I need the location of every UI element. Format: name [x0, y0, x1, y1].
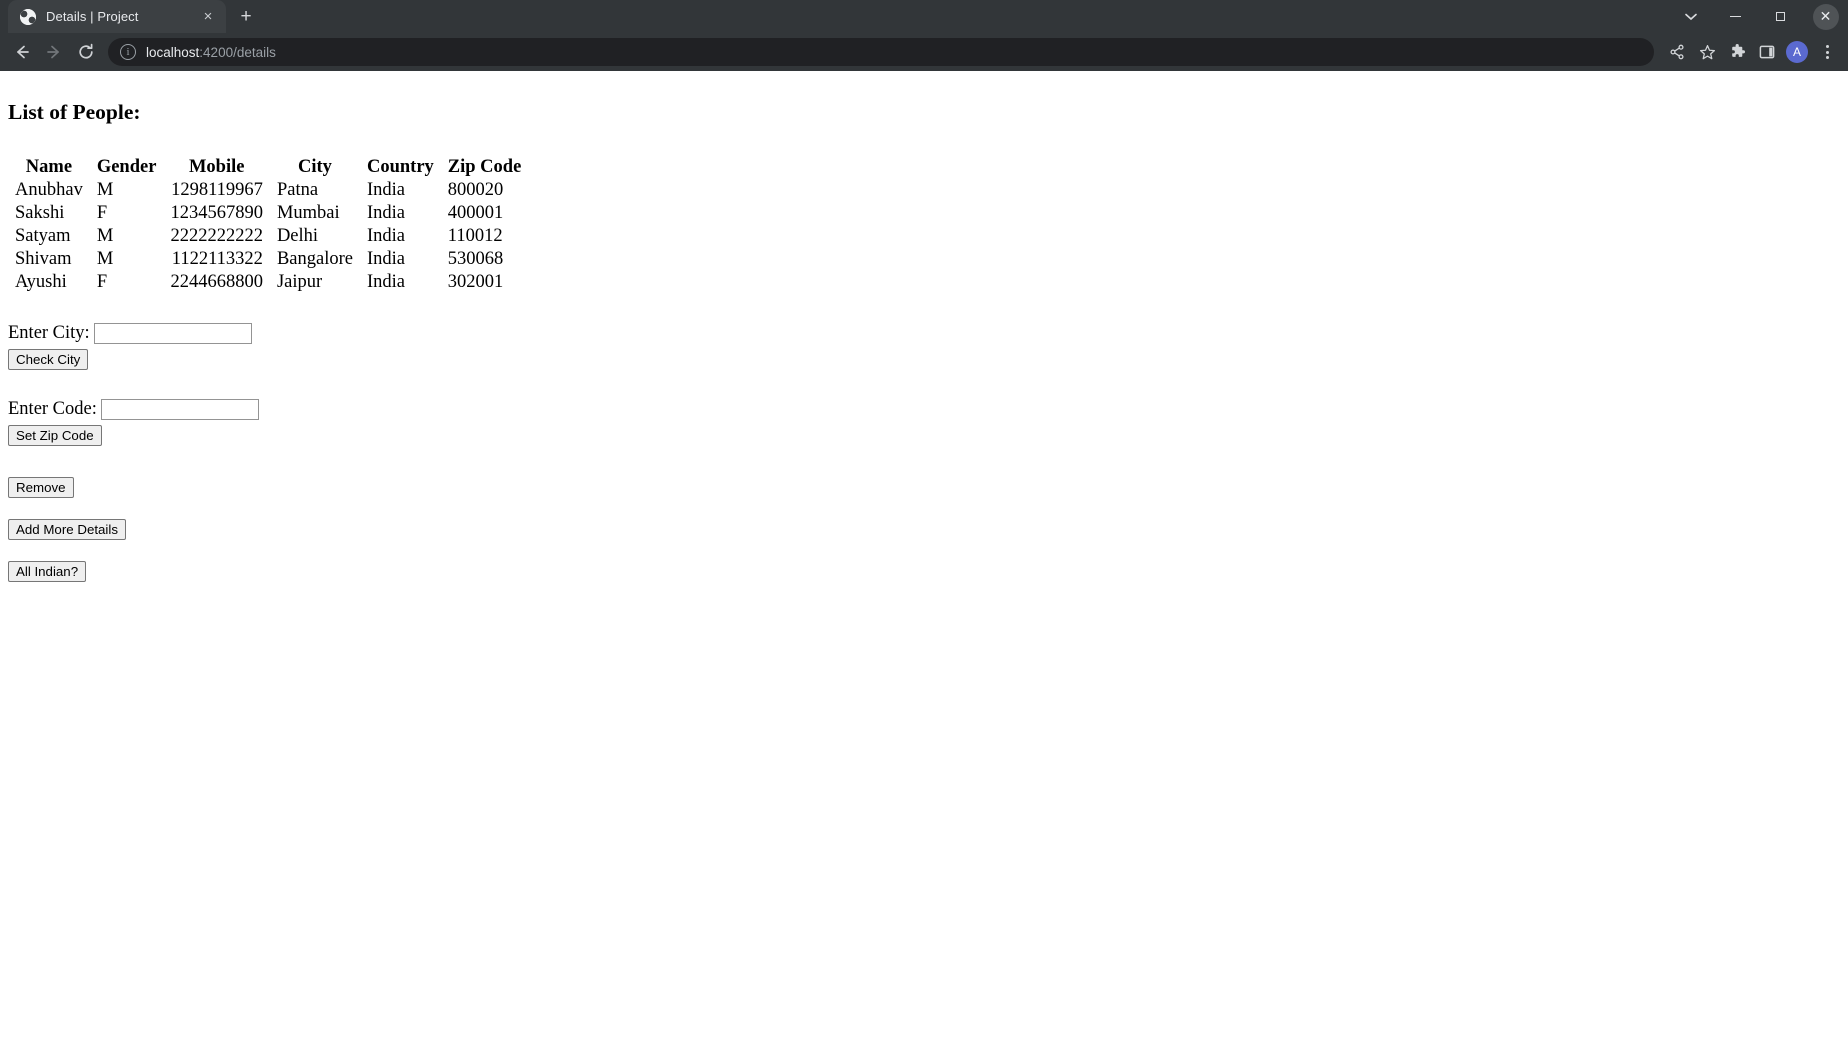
cell-gender: F: [96, 271, 108, 292]
cell-city: Mumbai: [276, 202, 340, 223]
cell-gender: M: [96, 225, 114, 246]
minimize-button[interactable]: [1713, 0, 1758, 33]
page-viewport: List of People: Name Gender Mobile City …: [0, 71, 1848, 1052]
cell-mobile: 1298119967: [171, 179, 263, 200]
address-bar[interactable]: i localhost:4200/details: [108, 38, 1654, 66]
cell-country: India: [366, 179, 405, 200]
url-text: localhost:4200/details: [146, 45, 276, 60]
table-body: Anubhav M 1298119967 Patna India 800020 …: [8, 179, 528, 294]
code-form-row: Enter Code:: [8, 398, 1840, 420]
cell-name: Sakshi: [15, 202, 65, 223]
add-more-details-button[interactable]: Add More Details: [8, 518, 126, 540]
reload-icon[interactable]: [70, 36, 102, 68]
people-table: Name Gender Mobile City Country Zip Code…: [8, 156, 528, 294]
column-header-country: Country: [366, 156, 434, 177]
cell-zip: 110012: [447, 225, 503, 246]
cell-mobile: 2222222222: [170, 225, 263, 246]
column-header-gender: Gender: [96, 156, 157, 177]
all-indian-row: All Indian?: [8, 560, 1840, 582]
maximize-button[interactable]: [1758, 0, 1803, 33]
cell-mobile: 1234567890: [170, 202, 263, 223]
side-panel-icon[interactable]: [1752, 37, 1782, 67]
cell-zip: 800020: [447, 179, 504, 200]
url-host: localhost: [146, 44, 200, 60]
kebab-dots: [1825, 45, 1829, 59]
cell-country: India: [366, 225, 405, 246]
cell-mobile: 1122113322: [171, 248, 263, 269]
extensions-puzzle-icon[interactable]: [1722, 37, 1752, 67]
page-title: List of People:: [8, 100, 141, 124]
cell-name: Shivam: [15, 248, 72, 269]
back-icon[interactable]: [6, 36, 38, 68]
avatar-initial: A: [1786, 41, 1808, 63]
cell-city: Jaipur: [276, 271, 323, 292]
cell-name: Satyam: [15, 225, 71, 246]
table-header-row: Name Gender Mobile City Country Zip Code: [8, 156, 528, 179]
window-close-button[interactable]: ✕: [1803, 0, 1848, 33]
city-input[interactable]: [93, 322, 252, 344]
set-zip-code-row: Set Zip Code: [8, 424, 1840, 446]
cell-country: India: [366, 271, 405, 292]
cell-name: Ayushi: [15, 271, 67, 292]
table-row: Sakshi F 1234567890 Mumbai India 400001: [8, 202, 528, 225]
table-row: Satyam M 2222222222 Delhi India 110012: [8, 225, 528, 248]
cell-gender: M: [96, 179, 114, 200]
new-tab-button[interactable]: +: [232, 2, 260, 30]
app-root: List of People: Name Gender Mobile City …: [0, 71, 1848, 590]
browser-menu-icon[interactable]: [1812, 37, 1842, 67]
cell-zip: 400001: [447, 202, 504, 223]
set-zip-code-button[interactable]: Set Zip Code: [8, 424, 102, 446]
code-input[interactable]: [100, 398, 259, 420]
browser-tab[interactable]: Details | Project ×: [8, 0, 226, 33]
cell-city: Patna: [276, 179, 319, 200]
toolbar-right-icons: A: [1662, 37, 1842, 67]
bookmark-star-icon[interactable]: [1692, 37, 1722, 67]
cell-city: Delhi: [276, 225, 319, 246]
check-city-button[interactable]: Check City: [8, 348, 89, 370]
table-row: Anubhav M 1298119967 Patna India 800020: [8, 179, 528, 202]
close-icon[interactable]: ×: [198, 7, 218, 27]
cell-zip: 302001: [447, 271, 504, 292]
cell-gender: F: [96, 202, 108, 223]
cell-country: India: [366, 248, 405, 269]
browser-toolbar: i localhost:4200/details A: [0, 33, 1848, 71]
url-path: :4200/details: [199, 44, 276, 60]
cell-country: India: [366, 202, 405, 223]
remove-button[interactable]: Remove: [8, 476, 74, 498]
site-info-icon[interactable]: i: [120, 44, 136, 60]
column-header-zip: Zip Code: [447, 156, 522, 177]
profile-avatar[interactable]: A: [1782, 37, 1812, 67]
city-form-row: Enter City:: [8, 322, 1840, 344]
table-row: Shivam M 1122113322 Bangalore India 5300…: [8, 248, 528, 271]
window-controls: ✕: [1669, 0, 1848, 33]
table-row: Ayushi F 2244668800 Jaipur India 302001: [8, 271, 528, 294]
cell-mobile: 2244668800: [170, 271, 263, 292]
code-label: Enter Code:: [8, 398, 97, 419]
table-head: Name Gender Mobile City Country Zip Code: [8, 156, 528, 179]
cell-name: Anubhav: [15, 179, 83, 200]
share-icon[interactable]: [1662, 37, 1692, 67]
city-label: Enter City:: [8, 322, 90, 343]
cell-zip: 530068: [447, 248, 504, 269]
remove-row: Remove: [8, 476, 1840, 498]
window-close-icon: ✕: [1819, 8, 1832, 24]
browser-window: Details | Project × + ✕ i localhost:4200…: [0, 0, 1848, 1052]
all-indian-button[interactable]: All Indian?: [8, 560, 87, 582]
title-bar: Details | Project × + ✕: [0, 0, 1848, 33]
chevron-down-icon[interactable]: [1669, 0, 1713, 33]
check-city-row: Check City: [8, 348, 1840, 370]
tab-title: Details | Project: [46, 9, 139, 24]
forward-icon[interactable]: [38, 36, 70, 68]
add-more-details-row: Add More Details: [8, 518, 1840, 540]
cell-city: Bangalore: [276, 248, 353, 269]
column-header-mobile: Mobile: [188, 156, 245, 177]
column-header-city: City: [297, 156, 332, 177]
column-header-name: Name: [25, 156, 73, 177]
cell-gender: M: [96, 248, 114, 269]
site-favicon: [20, 8, 36, 25]
